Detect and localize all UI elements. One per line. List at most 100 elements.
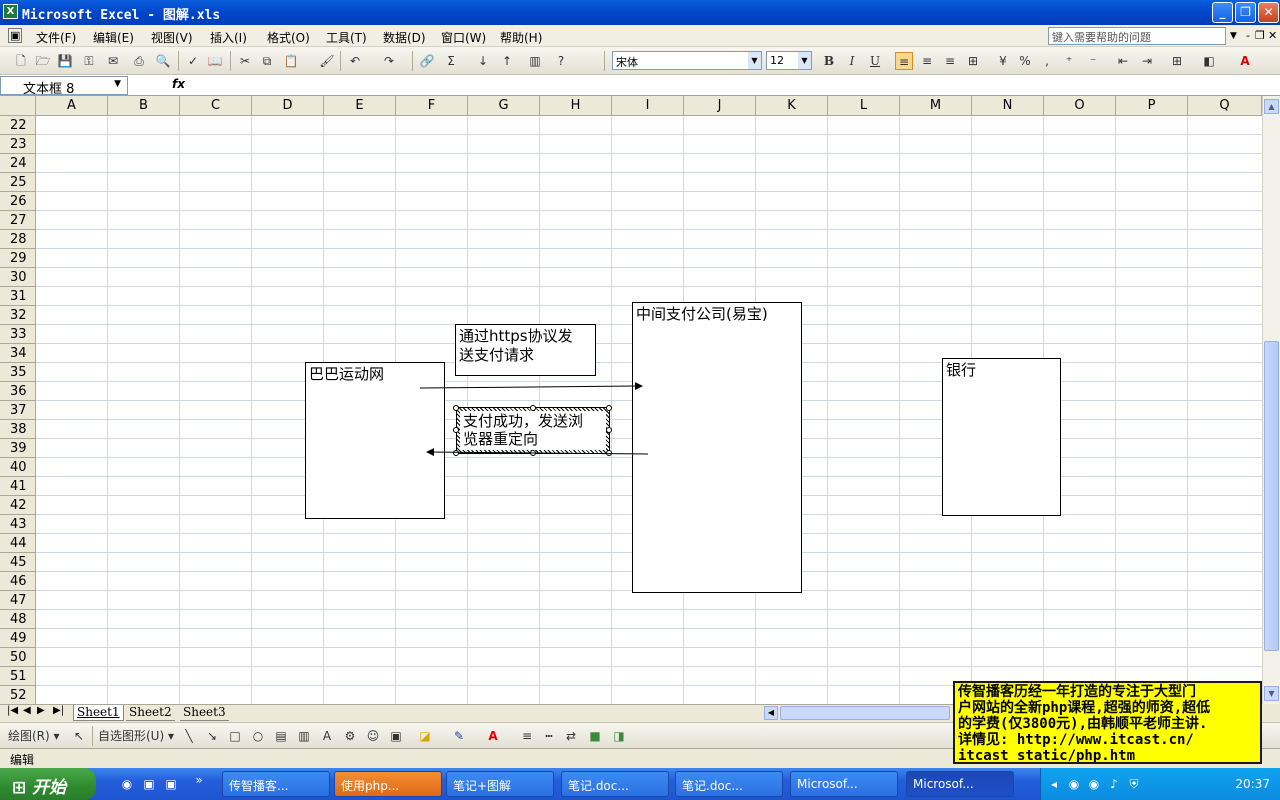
- copy-icon[interactable]: ⧉: [258, 52, 276, 70]
- research-icon[interactable]: 📖: [206, 52, 224, 70]
- help-search-input[interactable]: 键入需要帮助的问题: [1048, 27, 1226, 45]
- decrease-indent-icon[interactable]: ⇤: [1114, 52, 1132, 70]
- print-icon[interactable]: ⎙: [130, 52, 148, 70]
- redo-icon[interactable]: ↷: [380, 52, 398, 70]
- hyperlink-icon[interactable]: 🔗: [418, 52, 436, 70]
- font-select[interactable]: 宋体 ▼: [612, 51, 762, 70]
- fill-color-draw-icon[interactable]: ◪: [416, 727, 434, 745]
- scroll-down-button[interactable]: ▼: [1264, 686, 1279, 701]
- chart-wizard-icon[interactable]: ▥: [526, 52, 544, 70]
- prev-sheet-button[interactable]: ◀: [20, 705, 34, 721]
- quicklaunch-ie-icon[interactable]: ◉: [118, 775, 136, 793]
- task-notes-doc-1[interactable]: 笔记.doc...: [561, 771, 669, 797]
- scroll-thumb[interactable]: [1264, 341, 1279, 651]
- shadow-style-icon[interactable]: ■: [586, 727, 604, 745]
- tray-icon[interactable]: ◂: [1045, 775, 1063, 793]
- menu-file[interactable]: 文件(F): [36, 29, 76, 46]
- name-box[interactable]: 文本框 8 ▼: [0, 76, 128, 97]
- open-icon[interactable]: 🗁: [34, 52, 52, 70]
- workbook-icon[interactable]: ▣: [8, 28, 23, 43]
- cut-icon[interactable]: ✂: [236, 52, 254, 70]
- task-itcast[interactable]: 传智播客...: [222, 771, 330, 797]
- wordart-icon[interactable]: A: [318, 727, 336, 745]
- decrease-decimal-icon[interactable]: ⁻: [1084, 52, 1102, 70]
- scroll-up-button[interactable]: ▲: [1264, 99, 1279, 114]
- rectangle-icon[interactable]: □: [226, 727, 244, 745]
- vertical-scrollbar[interactable]: ▲ ▼: [1262, 96, 1280, 704]
- worksheet-grid[interactable]: A B C D E F G H I J K L M N O P Q 22 23 …: [0, 96, 1262, 704]
- formula-input[interactable]: [190, 76, 1280, 95]
- line-color-icon[interactable]: ✎: [450, 727, 468, 745]
- menu-help[interactable]: 帮助(H): [500, 29, 542, 46]
- save-icon[interactable]: 💾: [56, 52, 74, 70]
- task-notes-folder[interactable]: 笔记+图解: [446, 771, 554, 797]
- textbox-icon[interactable]: ▤: [272, 727, 290, 745]
- menu-window[interactable]: 窗口(W): [441, 29, 486, 46]
- undo-icon[interactable]: ↶: [346, 52, 364, 70]
- font-size-select[interactable]: 12 ▼: [766, 51, 812, 70]
- font-color-icon[interactable]: A: [1236, 52, 1254, 70]
- tab-sheet1[interactable]: Sheet1: [73, 705, 124, 721]
- menu-format[interactable]: 格式(O): [267, 29, 310, 46]
- tray-network-icon[interactable]: ◉: [1065, 775, 1083, 793]
- help-icon[interactable]: ?: [552, 52, 570, 70]
- help-dropdown-icon[interactable]: ▼: [1230, 31, 1237, 41]
- menu-view[interactable]: 视图(V): [151, 29, 193, 46]
- quicklaunch-app-icon[interactable]: ▣: [140, 775, 158, 793]
- fill-color-icon[interactable]: ◧: [1200, 52, 1218, 70]
- oval-icon[interactable]: ○: [249, 727, 267, 745]
- autoshapes-menu-button[interactable]: 自选图形(U) ▾: [98, 727, 174, 745]
- function-icon[interactable]: fx: [172, 77, 185, 91]
- tab-sheet2[interactable]: Sheet2: [126, 705, 175, 721]
- picture-icon[interactable]: ▣: [387, 727, 405, 745]
- borders-icon[interactable]: ⊞: [1168, 52, 1186, 70]
- bold-button[interactable]: B: [820, 52, 838, 70]
- currency-style-icon[interactable]: ¥: [994, 52, 1012, 70]
- minimize-button[interactable]: _: [1212, 2, 1233, 23]
- excel-icon[interactable]: X: [3, 4, 18, 19]
- align-right-button[interactable]: ≡: [941, 52, 959, 70]
- menu-insert[interactable]: 插入(I): [210, 29, 247, 46]
- 3d-style-icon[interactable]: ◨: [610, 727, 628, 745]
- tray-app-icon[interactable]: ◉: [1085, 775, 1103, 793]
- menu-data[interactable]: 数据(D): [383, 29, 426, 46]
- sort-ascending-icon[interactable]: ↓: [474, 52, 492, 70]
- start-button[interactable]: ⊞ 开始: [0, 768, 96, 800]
- doc-restore-button[interactable]: ❐: [1255, 29, 1265, 42]
- scroll-left-button[interactable]: ◀: [764, 706, 778, 720]
- align-center-button[interactable]: ≡: [918, 52, 936, 70]
- first-sheet-button[interactable]: |◀: [4, 705, 21, 721]
- comma-style-icon[interactable]: ,: [1038, 52, 1056, 70]
- doc-minimize-button[interactable]: -: [1246, 29, 1250, 42]
- name-box-dropdown-icon[interactable]: ▼: [114, 79, 121, 89]
- permission-icon[interactable]: ⚿: [80, 52, 98, 70]
- task-microsoft-1[interactable]: Microsof...: [790, 771, 898, 797]
- menu-tools[interactable]: 工具(T): [326, 29, 367, 46]
- doc-close-button[interactable]: ✕: [1268, 29, 1277, 42]
- increase-decimal-icon[interactable]: ⁺: [1060, 52, 1078, 70]
- sort-descending-icon[interactable]: ↑: [498, 52, 516, 70]
- underline-button[interactable]: U: [866, 52, 884, 70]
- next-sheet-button[interactable]: ▶: [34, 705, 48, 721]
- last-sheet-button[interactable]: ▶|: [50, 705, 67, 721]
- tray-volume-icon[interactable]: ♪: [1105, 775, 1123, 793]
- email-icon[interactable]: ✉: [104, 52, 122, 70]
- close-button[interactable]: ✕: [1258, 2, 1279, 23]
- select-objects-icon[interactable]: ↖: [70, 727, 88, 745]
- task-microsoft-excel[interactable]: Microsof...: [906, 771, 1014, 797]
- quicklaunch-app2-icon[interactable]: ▣: [162, 775, 180, 793]
- arrow-style-icon[interactable]: ⇄: [562, 727, 580, 745]
- paste-icon[interactable]: 📋: [282, 52, 300, 70]
- task-php[interactable]: 使用php...: [334, 771, 442, 797]
- line-style-icon[interactable]: ≡: [518, 727, 536, 745]
- percent-style-icon[interactable]: %: [1016, 52, 1034, 70]
- arrow-icon[interactable]: ↘: [203, 727, 221, 745]
- restore-button[interactable]: ❐: [1235, 2, 1256, 23]
- new-icon[interactable]: 🗋: [12, 52, 30, 70]
- horizontal-scroll-thumb[interactable]: [780, 706, 950, 720]
- merge-center-button[interactable]: ⊞: [964, 52, 982, 70]
- diagram-icon[interactable]: ⚙: [341, 727, 359, 745]
- increase-indent-icon[interactable]: ⇥: [1138, 52, 1156, 70]
- vertical-textbox-icon[interactable]: ▥: [295, 727, 313, 745]
- quicklaunch-expand-icon[interactable]: »: [190, 771, 208, 789]
